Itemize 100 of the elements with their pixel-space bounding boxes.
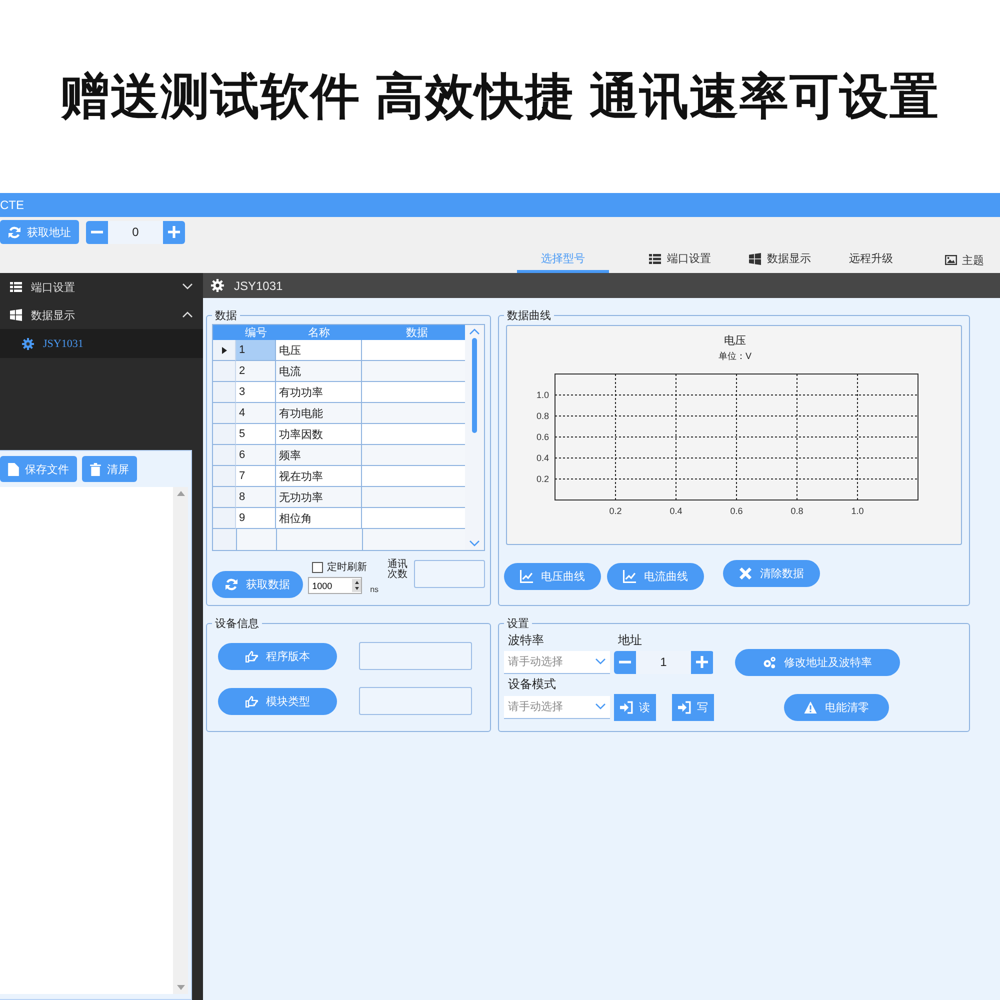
increment-button[interactable] bbox=[163, 220, 185, 244]
scrollbar[interactable] bbox=[465, 325, 484, 550]
close-icon bbox=[739, 567, 752, 580]
x-tick-label: 0.4 bbox=[670, 506, 682, 516]
chevron-down-icon bbox=[595, 658, 606, 665]
x-tick-label: 0.6 bbox=[730, 506, 743, 516]
field-label: 设备模式 bbox=[507, 676, 557, 692]
table-cell: 电流 bbox=[276, 361, 362, 382]
table-cell: 功率因数 bbox=[276, 424, 362, 445]
field-label: 波特率 bbox=[507, 632, 545, 648]
address-field[interactable]: 1 bbox=[636, 650, 691, 674]
column-header: 编号 bbox=[244, 326, 268, 340]
table-row[interactable]: 5 功率因数 bbox=[213, 424, 466, 445]
x-tick-label: 0.8 bbox=[790, 506, 804, 516]
unit-label: ns bbox=[370, 585, 379, 594]
tab[interactable]: 数据显示 bbox=[749, 247, 811, 273]
windows-icon bbox=[749, 252, 761, 264]
x-tick-label: 0.2 bbox=[609, 506, 622, 516]
gears-icon bbox=[763, 656, 776, 668]
table-cell: 频率 bbox=[276, 445, 362, 466]
sidebar-item[interactable]: 数据显示 bbox=[0, 301, 203, 329]
gear-icon bbox=[22, 338, 34, 350]
table-row[interactable]: 2 电流 bbox=[213, 361, 466, 382]
table-cell: 5 bbox=[236, 424, 276, 445]
theme-menu[interactable]: 主题 bbox=[945, 247, 1000, 273]
result-field[interactable] bbox=[359, 687, 472, 715]
gear-icon bbox=[211, 279, 224, 292]
count-label: 通讯次数 bbox=[388, 560, 409, 580]
sign-in-icon bbox=[620, 700, 633, 714]
table-row[interactable]: 1 电压 bbox=[213, 340, 466, 361]
table-cell: 有功电能 bbox=[276, 403, 362, 424]
table-cell: 有功功率 bbox=[276, 382, 362, 403]
table-cell: 9 bbox=[236, 508, 276, 529]
file-icon bbox=[8, 462, 19, 476]
y-tick-label: 0.2 bbox=[536, 474, 549, 484]
y-tick-label: 1.0 bbox=[536, 390, 549, 400]
table-cell: 无功功率 bbox=[276, 487, 362, 508]
table-row[interactable]: 6 频率 bbox=[213, 445, 466, 466]
table-row[interactable]: 4 有功电能 bbox=[213, 403, 466, 424]
interval-spinner[interactable]: 1000 bbox=[308, 577, 362, 594]
headline: 赠送测试软件 高效快捷 通讯速率可设置 bbox=[60, 68, 940, 126]
chevron-up-icon bbox=[182, 311, 193, 318]
trash-icon bbox=[90, 462, 101, 476]
scrollbar[interactable] bbox=[173, 487, 188, 994]
table-cell: 7 bbox=[236, 466, 276, 487]
table-cell: 1 bbox=[236, 340, 276, 361]
row-pointer-icon bbox=[222, 346, 226, 354]
pointing-hand-icon bbox=[245, 694, 258, 708]
table-cell: 4 bbox=[236, 403, 276, 424]
count-field[interactable] bbox=[414, 560, 485, 588]
table-cell: 2 bbox=[236, 361, 276, 382]
y-tick-label: 0.8 bbox=[536, 411, 549, 421]
tab[interactable]: 端口设置 bbox=[649, 247, 711, 273]
windows-icon bbox=[10, 309, 22, 321]
table-cell: 8 bbox=[236, 487, 276, 508]
table-row[interactable]: 7 视在功率 bbox=[213, 466, 466, 487]
column-header: 名称 bbox=[307, 326, 331, 340]
y-tick-label: 0.4 bbox=[536, 453, 549, 463]
table-row[interactable]: 8 无功功率 bbox=[213, 487, 466, 508]
page-title: JSY1031 bbox=[234, 278, 283, 292]
refresh-icon bbox=[225, 578, 238, 591]
increment-button[interactable] bbox=[691, 650, 713, 674]
address-field[interactable]: 0 bbox=[108, 220, 163, 244]
group-title: 数据 bbox=[214, 309, 238, 323]
pointing-hand-icon bbox=[245, 650, 258, 662]
chevron-down-icon bbox=[595, 703, 606, 710]
chart-title: 电压 bbox=[724, 335, 746, 347]
chevron-up-icon bbox=[469, 328, 480, 335]
table-row[interactable]: 9 相位角 bbox=[213, 508, 466, 529]
decrement-button[interactable] bbox=[614, 650, 636, 674]
window-title: CTE bbox=[0, 198, 24, 212]
plus-icon bbox=[696, 656, 708, 668]
warning-icon bbox=[804, 700, 817, 714]
list-icon bbox=[10, 281, 22, 293]
field-label: 地址 bbox=[617, 632, 643, 648]
table-cell: 3 bbox=[236, 382, 276, 403]
column-header: 数据 bbox=[405, 326, 429, 340]
group-title: 设备信息 bbox=[214, 617, 260, 631]
sidebar-item[interactable]: 端口设置 bbox=[0, 273, 203, 301]
result-field[interactable] bbox=[359, 642, 472, 670]
sidebar-subitem[interactable]: JSY1031 bbox=[0, 329, 203, 358]
image-icon bbox=[945, 254, 957, 266]
table-cell: 视在功率 bbox=[276, 466, 362, 487]
line-chart-icon bbox=[623, 570, 636, 583]
x-tick-label: 1.0 bbox=[851, 506, 864, 516]
table-cell: 电压 bbox=[276, 340, 362, 361]
list-icon bbox=[649, 252, 661, 264]
plus-icon bbox=[168, 226, 180, 238]
timer-refresh-checkbox[interactable]: 定时刷新 bbox=[312, 560, 379, 574]
group-title: 设置 bbox=[506, 617, 530, 631]
tab[interactable]: 远程升级 bbox=[849, 247, 893, 273]
y-tick-label: 0.6 bbox=[536, 432, 549, 442]
line-chart-icon bbox=[520, 570, 533, 583]
decrement-button[interactable] bbox=[86, 220, 108, 244]
table-cell: 6 bbox=[236, 445, 276, 466]
group-title: 数据曲线 bbox=[506, 309, 552, 323]
refresh-icon bbox=[8, 226, 21, 238]
table-row[interactable]: 3 有功功率 bbox=[213, 382, 466, 403]
table-cell: 相位角 bbox=[276, 508, 362, 529]
sign-in-icon bbox=[678, 700, 691, 714]
